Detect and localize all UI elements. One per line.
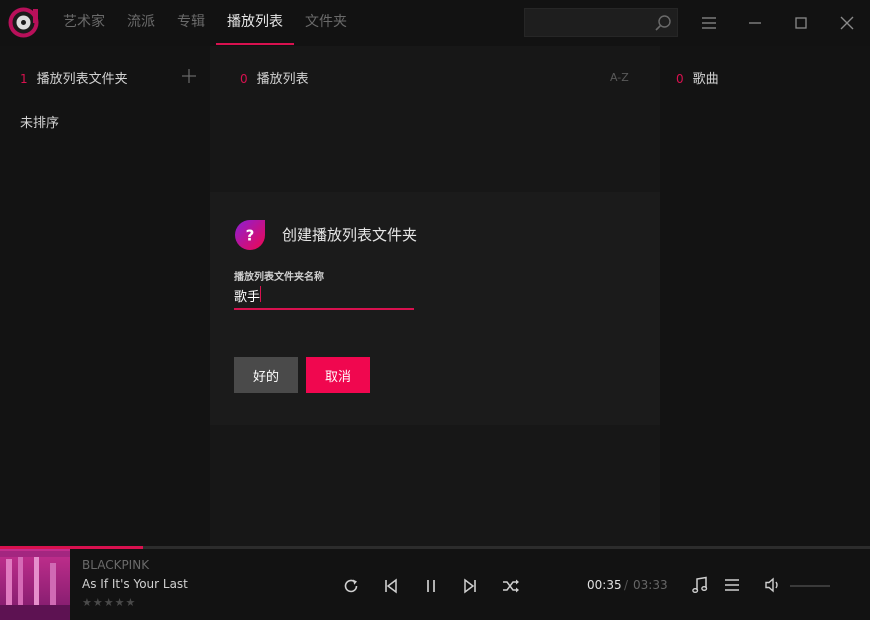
- tab-folders[interactable]: 文件夹: [294, 0, 358, 46]
- main-nav: 艺术家 流派 专辑 播放列表 文件夹: [52, 0, 358, 46]
- next-icon[interactable]: [461, 577, 479, 595]
- music-note-icon[interactable]: [691, 576, 709, 594]
- shuffle-icon[interactable]: [502, 577, 520, 595]
- star-icon[interactable]: ★: [126, 597, 136, 609]
- question-icon: ?: [235, 220, 265, 250]
- field-label: 播放列表文件夹名称: [234, 272, 324, 283]
- folder-name-field[interactable]: [234, 284, 414, 310]
- top-bar: 艺术家 流派 专辑 播放列表 文件夹: [0, 0, 870, 46]
- time-separator: /: [624, 578, 629, 592]
- plus-icon[interactable]: [181, 68, 197, 84]
- svg-text:?: ?: [246, 227, 255, 245]
- text-caret: [260, 286, 261, 302]
- track-title: As If It's Your Last: [82, 577, 188, 591]
- tab-playlists[interactable]: 播放列表: [216, 0, 294, 46]
- list-item[interactable]: 未排序: [20, 112, 59, 131]
- tab-genres[interactable]: 流派: [116, 0, 166, 46]
- track-artist[interactable]: BLACKPINK: [82, 558, 149, 572]
- time-current: 00:35: [587, 578, 622, 592]
- playlists-header: 0 播放列表: [240, 68, 309, 87]
- songs-title: 歌曲: [692, 72, 719, 87]
- playlist-folders-header: 1 播放列表文件夹: [20, 68, 128, 87]
- search-icon[interactable]: [654, 14, 672, 32]
- playlist-folders-panel: 1 播放列表文件夹 未排序: [0, 46, 210, 546]
- search-box[interactable]: [524, 8, 678, 37]
- cancel-button[interactable]: 取消: [306, 357, 370, 393]
- repeat-icon[interactable]: [342, 577, 360, 595]
- star-icon[interactable]: ★: [82, 597, 92, 609]
- star-icon[interactable]: ★: [93, 597, 103, 609]
- create-playlist-folder-dialog: ? 创建播放列表文件夹 播放列表文件夹名称 好的 取消: [210, 192, 660, 425]
- folder-name-input[interactable]: [234, 284, 414, 306]
- songs-header: 0 歌曲: [676, 68, 719, 87]
- pause-icon[interactable]: [422, 577, 440, 595]
- playlist-folders-count: 1: [20, 72, 28, 86]
- progress-bar[interactable]: [0, 546, 870, 549]
- volume-icon[interactable]: [764, 576, 782, 594]
- star-icon[interactable]: ★: [104, 597, 114, 609]
- tab-albums[interactable]: 专辑: [166, 0, 216, 46]
- player-bar: BLACKPINK As If It's Your Last ★ ★ ★ ★ ★ 00:…: [0, 546, 870, 620]
- playlists-count: 0: [240, 72, 248, 86]
- star-icon[interactable]: ★: [115, 597, 125, 609]
- menu-icon[interactable]: [699, 13, 719, 33]
- tab-artists[interactable]: 艺术家: [52, 0, 116, 46]
- playlist-icon[interactable]: [723, 576, 741, 594]
- volume-slider[interactable]: [790, 585, 830, 587]
- dialog-title: 创建播放列表文件夹: [282, 226, 418, 244]
- playlists-title: 播放列表: [256, 72, 309, 87]
- ok-button[interactable]: 好的: [234, 357, 298, 393]
- rating-stars[interactable]: ★ ★ ★ ★ ★: [82, 597, 135, 609]
- songs-count: 0: [676, 72, 684, 86]
- sort-az-button[interactable]: A-Z: [610, 71, 629, 84]
- album-cover[interactable]: [0, 549, 70, 620]
- previous-icon[interactable]: [382, 577, 400, 595]
- songs-panel: 0 歌曲: [660, 46, 870, 546]
- minimize-icon[interactable]: [745, 13, 765, 33]
- time-total: 03:33: [633, 578, 668, 592]
- app-logo-icon: [8, 7, 39, 38]
- maximize-icon[interactable]: [791, 13, 811, 33]
- playlist-folders-title: 播放列表文件夹: [36, 72, 128, 87]
- close-icon[interactable]: [837, 13, 857, 33]
